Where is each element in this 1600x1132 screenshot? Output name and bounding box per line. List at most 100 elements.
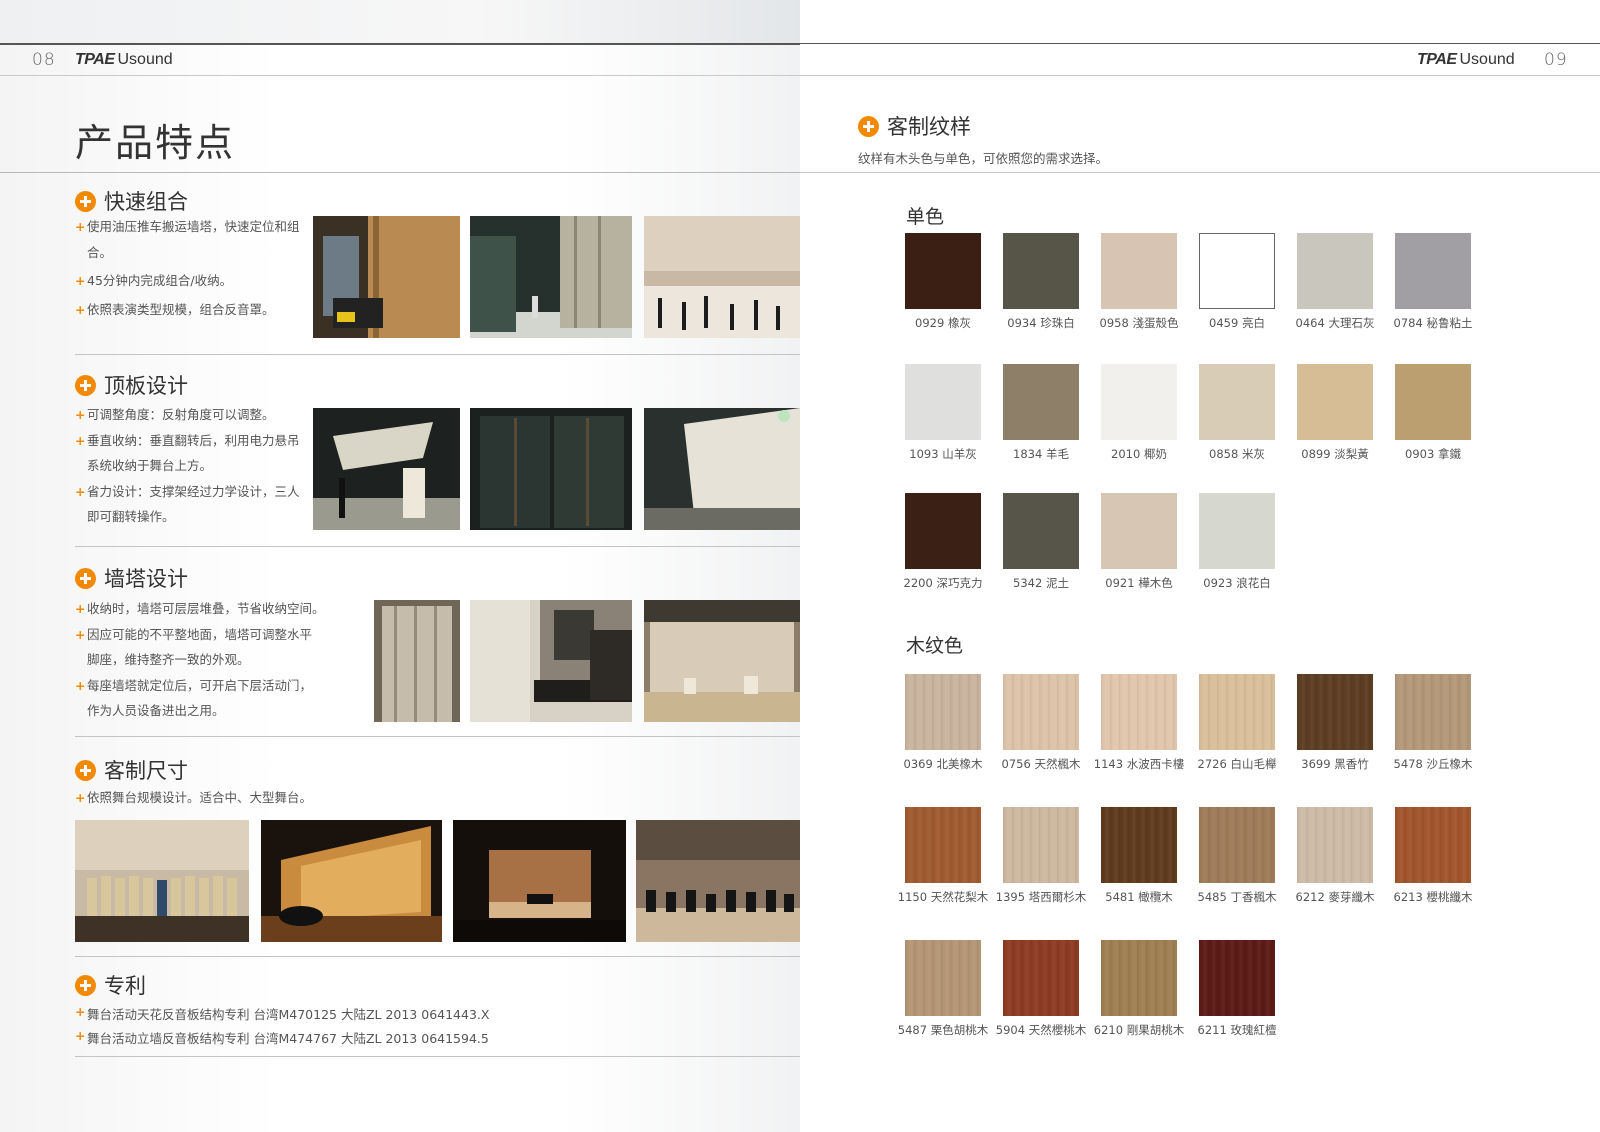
section-title: 顶板设计: [104, 374, 188, 398]
section-title: 客制尺寸: [104, 759, 188, 783]
plus-circle-icon: [75, 374, 96, 396]
swatch-label: 0958 淺蛋殼色: [1099, 316, 1179, 330]
color-swatch-wood: [1297, 807, 1373, 883]
color-swatch-wood: [1297, 674, 1373, 750]
section-bullets: 使用油压推车搬运墙塔，快速定位和组合。 45分钟内完成组合/收纳。 依照表演类型…: [75, 214, 315, 322]
swatch-label: 2726 白山毛櫸: [1197, 757, 1277, 771]
brochure-spread: 08 TPAEUsound TPAEUsound 09 产品特点 快速组合 使用…: [0, 0, 1600, 1132]
photo-piano-recital: [453, 820, 626, 942]
section-heading-quick-assembly: 快速组合: [75, 186, 188, 216]
header-divider: [0, 75, 800, 76]
brand-logo-right: TPAE Usound: [1417, 51, 1515, 69]
header-rule: [0, 43, 800, 45]
section-divider: [75, 736, 800, 737]
section-title: 客制纹样: [887, 115, 971, 139]
photo-choir-performance: [75, 820, 249, 942]
swatch-label: 0934 珍珠白: [1007, 316, 1075, 330]
color-swatch-wood: [905, 940, 981, 1016]
photo-orchestra-stage: [644, 216, 800, 338]
swatch-label: 0784 秘鲁粘土: [1393, 316, 1473, 330]
plus-circle-icon: [75, 759, 96, 781]
color-swatch-wood: [1395, 807, 1471, 883]
swatch-label: 5342 泥土: [1013, 576, 1069, 590]
section-bullets: 收纳时，墙塔可层层堆叠，节省收纳空间。 因应可能的不平整地面，墙塔可调整水平脚座…: [75, 596, 345, 724]
swatch-label: 1143 水波西卡樓: [1093, 757, 1185, 771]
color-swatch-wood: [1003, 807, 1079, 883]
color-swatch-wood: [1003, 674, 1079, 750]
swatch-label: 5481 橄欖木: [1105, 890, 1173, 904]
section-divider: [800, 172, 1600, 173]
color-swatch-solid: [905, 364, 981, 440]
bullet-item: 依照表演类型规模，组合反音罩。: [75, 297, 315, 323]
bullet-item: 依照舞台规模设计。适合中、大型舞台。: [75, 785, 395, 811]
color-swatch-wood: [1101, 807, 1177, 883]
wood-grain-heading: 木纹色: [906, 635, 964, 657]
color-swatch-solid: [1101, 233, 1177, 309]
swatch-label: 5478 沙丘橡木: [1393, 757, 1473, 771]
photo-ceiling-panels-tilted: [644, 408, 800, 530]
swatch-label: 2010 椰奶: [1111, 447, 1167, 461]
section-heading-custom-patterns: 客制纹样: [858, 111, 971, 141]
section-divider: [75, 1056, 800, 1057]
color-swatch-solid: [1101, 364, 1177, 440]
swatch-label: 5487 栗色胡桃木: [897, 1023, 989, 1037]
page-number-right: 09: [1544, 50, 1568, 70]
bullet-item: 垂直收纳：垂直翻转后，利用电力悬吊系统收纳于舞台上方。: [75, 428, 305, 479]
section-title: 快速组合: [104, 190, 188, 214]
color-swatch-solid: [1101, 493, 1177, 569]
brand-logo-left: TPAE Usound: [75, 51, 173, 69]
section-description: 纹样有木头色与单色，可依照您的需求选择。: [858, 151, 1109, 166]
section-divider: [75, 956, 800, 957]
photo-stage-shell-lit: [644, 600, 800, 722]
section-title: 专利: [104, 974, 146, 998]
bullet-item: 45分钟内完成组合/收纳。: [75, 268, 315, 294]
swatch-label: 1150 天然花梨木: [897, 890, 989, 904]
photo-orchestra-concert: [636, 820, 800, 942]
swatch-label: 1395 塔西爾杉木: [995, 890, 1087, 904]
patent-item: 舞台活动立墙反音板结构专利 台湾M474767 大陆ZL 2013 064159…: [75, 1028, 489, 1047]
swatch-label: 6213 櫻桃纖木: [1393, 890, 1473, 904]
color-swatch-solid: [1395, 364, 1471, 440]
brand-light: Usound: [1459, 51, 1515, 68]
swatch-label: 5485 丁香楓木: [1197, 890, 1277, 904]
color-swatch-wood: [1101, 940, 1177, 1016]
swatch-label: 0899 淡梨黃: [1301, 447, 1369, 461]
color-swatch-solid: [1199, 233, 1275, 309]
plus-circle-icon: [75, 190, 96, 212]
brand-bold: TPAE: [1417, 51, 1457, 68]
section-heading-patents: 专利: [75, 970, 146, 1000]
swatch-label: 1834 羊毛: [1013, 447, 1069, 461]
bullet-item: 可调整角度：反射角度可以调整。: [75, 402, 305, 428]
section-bullets: 可调整角度：反射角度可以调整。 垂直收纳：垂直翻转后，利用电力悬吊系统收纳于舞台…: [75, 402, 305, 530]
color-swatch-solid: [905, 233, 981, 309]
header-rule: [800, 43, 1600, 44]
swatch-label: 0464 大理石灰: [1295, 316, 1375, 330]
swatch-label: 6211 玫瑰紅檀: [1197, 1023, 1277, 1037]
title-divider: [0, 172, 800, 173]
photo-wall-towers: [470, 216, 632, 338]
section-heading-custom-size: 客制尺寸: [75, 755, 188, 785]
swatch-label: 0903 拿鐵: [1405, 447, 1461, 461]
photo-ceiling-panels-vertical: [470, 408, 632, 530]
header-divider: [800, 75, 1600, 76]
color-swatch-solid: [1395, 233, 1471, 309]
color-swatch-solid: [1297, 233, 1373, 309]
section-heading-ceiling-design: 顶板设计: [75, 370, 188, 400]
swatch-label: 2200 深巧克力: [903, 576, 983, 590]
brand-bold: TPAE: [75, 51, 115, 68]
brand-light: Usound: [117, 51, 173, 68]
left-top-band: [0, 0, 800, 44]
solid-color-heading: 单色: [906, 206, 945, 228]
swatch-label: 0369 北美橡木: [903, 757, 983, 771]
section-title: 墙塔设计: [104, 567, 188, 591]
swatch-label: 0921 樺木色: [1105, 576, 1173, 590]
plus-circle-icon: [858, 115, 879, 137]
photo-stacked-towers: [374, 600, 460, 722]
section-divider: [75, 546, 800, 547]
color-swatch-solid: [1003, 364, 1079, 440]
swatch-label: 0459 亮白: [1209, 316, 1265, 330]
swatch-label: 0923 浪花白: [1203, 576, 1271, 590]
color-swatch-wood: [905, 807, 981, 883]
swatch-label: 3699 黑香竹: [1301, 757, 1369, 771]
color-swatch-wood: [1003, 940, 1079, 1016]
